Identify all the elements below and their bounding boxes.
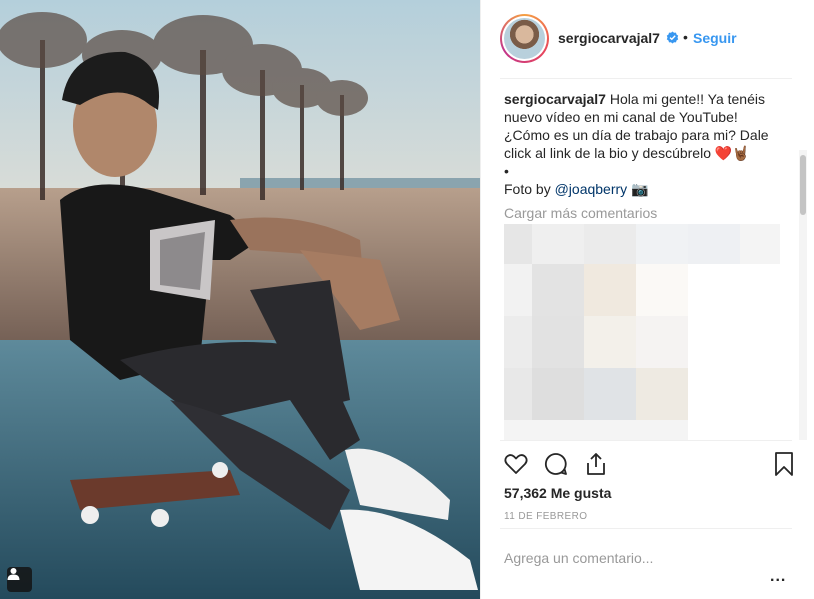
caption-credit-prefix: Foto by [504, 181, 555, 197]
post-photo[interactable] [0, 0, 480, 599]
blurred-comments [504, 224, 782, 440]
tagged-user-button[interactable] [7, 567, 32, 592]
header-separator: • [683, 29, 688, 45]
like-count[interactable]: 57,362 Me gusta [504, 485, 611, 501]
caption-emoji: ❤️🤘🏾 [714, 145, 750, 161]
post-date[interactable]: 11 DE FEBRERO [504, 511, 587, 522]
add-comment-input[interactable] [504, 549, 754, 567]
post-header: sergiocarvajal7 • Seguir [481, 0, 814, 78]
comments-area[interactable]: sergiocarvajal7 Hola mi gente!! Ya tenéi… [504, 90, 784, 440]
actions-divider [500, 440, 792, 441]
header-username[interactable]: sergiocarvajal7 [558, 30, 660, 46]
comment-divider [500, 528, 792, 529]
post-side-panel: sergiocarvajal7 • Seguir sergiocarvajal7… [480, 0, 814, 599]
caption-username[interactable]: sergiocarvajal7 [504, 91, 606, 107]
post-caption: sergiocarvajal7 Hola mi gente!! Ya tenéi… [504, 90, 784, 198]
share-icon[interactable] [583, 451, 609, 477]
scrollbar-thumb[interactable] [800, 155, 806, 215]
avatar[interactable] [500, 14, 549, 63]
photo-illustration [0, 0, 480, 599]
verified-badge-icon [666, 31, 679, 44]
camera-emoji: 📷 [631, 181, 649, 197]
photographer-mention[interactable]: @joaqberry [555, 181, 628, 197]
heart-icon[interactable] [503, 451, 529, 477]
load-more-comments-button[interactable]: Cargar más comentarios [504, 205, 784, 221]
follow-button[interactable]: Seguir [693, 30, 737, 46]
caption-bullet: • [504, 163, 509, 179]
tagged-user-icon [7, 568, 20, 580]
more-options-button[interactable]: ... [770, 568, 786, 586]
comments-scrollbar[interactable] [799, 150, 807, 440]
comment-icon[interactable] [543, 451, 569, 477]
header-divider [500, 78, 792, 79]
bookmark-icon[interactable] [771, 451, 797, 477]
instagram-post: sergiocarvajal7 • Seguir sergiocarvajal7… [0, 0, 814, 599]
avatar-image [504, 18, 545, 59]
